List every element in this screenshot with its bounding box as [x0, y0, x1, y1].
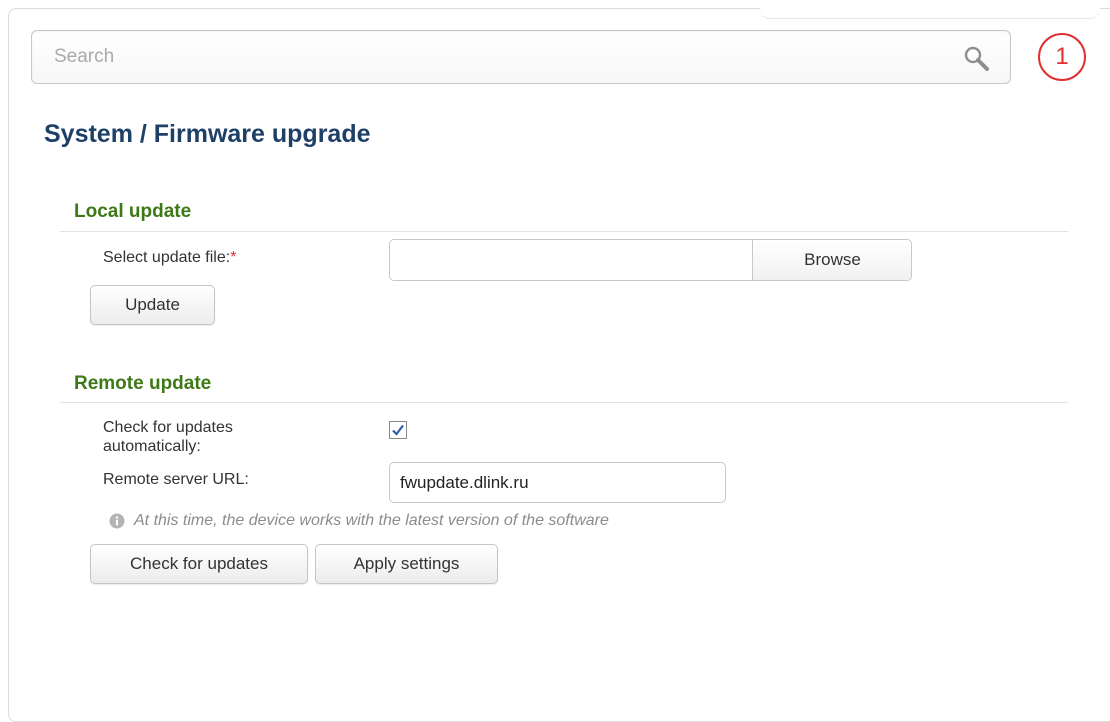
status-info-text: At this time, the device works with the … — [134, 512, 609, 529]
file-path-field[interactable] — [390, 240, 752, 280]
remote-url-input[interactable] — [389, 462, 726, 503]
update-button[interactable]: Update — [90, 285, 215, 325]
search-box — [31, 30, 1011, 84]
section-divider — [60, 231, 1068, 232]
apply-settings-button[interactable]: Apply settings — [315, 544, 498, 584]
section-divider — [60, 402, 1068, 403]
remote-update-heading: Remote update — [74, 373, 212, 394]
content-panel — [8, 8, 1110, 722]
auto-check-label-line2: automatically: — [103, 438, 201, 455]
search-icon[interactable] — [962, 44, 992, 74]
check-for-updates-button[interactable]: Check for updates — [90, 544, 308, 584]
local-update-heading: Local update — [74, 201, 192, 222]
page-title: System / Firmware upgrade — [44, 120, 371, 148]
file-picker: Browse — [389, 239, 912, 281]
checkmark-icon — [392, 424, 404, 436]
required-mark: * — [230, 249, 237, 266]
auto-check-label: Check for updates automatically: — [103, 418, 233, 456]
select-file-label-text: Select update file: — [103, 249, 231, 266]
info-icon — [109, 513, 125, 529]
notification-tab — [760, 0, 1100, 19]
notification-badge[interactable]: 1 — [1038, 33, 1086, 81]
search-input[interactable] — [32, 31, 932, 83]
remote-url-label: Remote server URL: — [103, 471, 249, 488]
auto-check-label-line1: Check for updates — [103, 419, 233, 436]
auto-check-checkbox[interactable] — [389, 421, 407, 439]
browse-button[interactable]: Browse — [752, 240, 911, 280]
select-file-label: Select update file:* — [103, 248, 236, 267]
